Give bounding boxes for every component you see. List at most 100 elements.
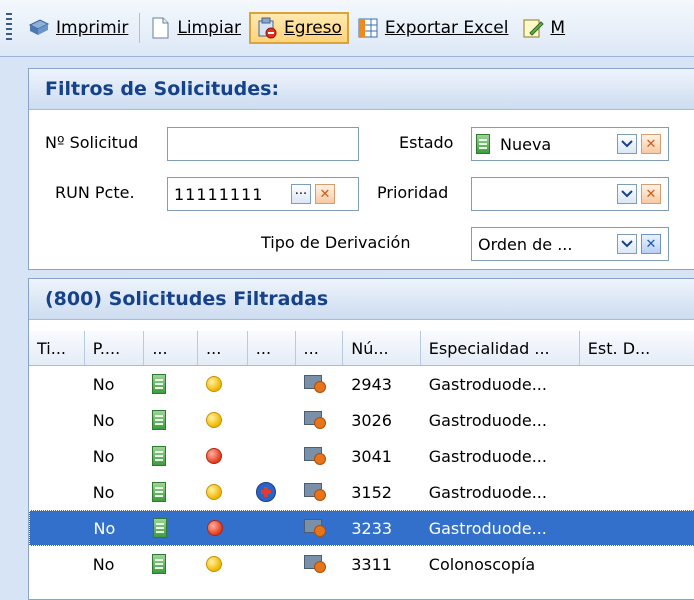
table-row[interactable]: No 3026 Gastroduode... [29, 402, 694, 438]
tipo-cell [30, 511, 86, 545]
flag-cell [248, 511, 296, 545]
device-cell [296, 438, 344, 474]
table-row[interactable]: No 3311 Colonoscopía [29, 546, 694, 582]
document-icon [152, 374, 167, 394]
column-header-tipo[interactable]: Ti... [29, 331, 85, 365]
status-dot-icon [206, 484, 223, 500]
flag-cell [248, 438, 296, 474]
tipo-derivacion-label: Tipo de Derivación [261, 233, 411, 252]
document-icon [152, 410, 167, 430]
status-cell [198, 546, 248, 582]
prioridad-select[interactable] [471, 177, 669, 211]
print-button[interactable]: Imprimir [22, 13, 134, 43]
prioridad-cell: No [92, 374, 115, 394]
clear-label: Limpiar [177, 18, 242, 38]
numero-cell: 3233 [351, 518, 393, 538]
flag-cell [248, 546, 296, 582]
estado-derivacion-cell [580, 546, 694, 582]
especialidad-cell: Gastroduode... [428, 410, 547, 430]
filters-title: Filtros de Solicitudes: [29, 69, 694, 110]
status-cell [198, 402, 248, 438]
tipo-cell [29, 438, 85, 474]
export-excel-button[interactable]: Exportar Excel [351, 13, 515, 43]
device-cell [296, 474, 344, 510]
nro-solicitud-label: Nº Solicitud [45, 133, 139, 152]
prioridad-cell: No [92, 410, 115, 430]
results-grid: Ti... P.... ... ... ... ... Nú... Especi… [29, 331, 694, 582]
device-cell [296, 511, 344, 545]
export-excel-label: Exportar Excel [384, 18, 509, 38]
document-icon [152, 446, 167, 466]
flag-cell [248, 474, 296, 510]
tipo-cell [29, 474, 85, 510]
table-row[interactable]: No 3041 Gastroduode... [29, 438, 694, 474]
doc-cell [144, 438, 198, 474]
computer-icon [303, 447, 326, 465]
numero-cell: 3152 [351, 482, 392, 502]
toolbar-grip[interactable] [6, 13, 12, 43]
tipo-cell [29, 546, 85, 582]
tipo-derivacion-dropdown-button[interactable] [617, 234, 637, 254]
numero-cell: 3026 [351, 410, 392, 430]
column-header-doc[interactable]: ... [144, 331, 199, 365]
column-header-especialidad[interactable]: Especialidad ... [421, 331, 580, 365]
estado-select[interactable]: Nueva [471, 127, 669, 161]
document-icon [152, 482, 167, 502]
status-dot-icon [206, 448, 223, 464]
status-dot-icon [206, 520, 223, 536]
prioridad-clear-button[interactable]: ✕ [641, 184, 661, 204]
status-cell [198, 438, 248, 474]
edit-icon [522, 17, 545, 39]
status-dot-icon [206, 412, 223, 428]
column-header-device[interactable]: ... [296, 331, 344, 365]
document-icon [153, 518, 168, 538]
results-panel: (800) Solicitudes Filtradas Ti... P.... … [28, 278, 694, 600]
column-header-flag[interactable]: ... [248, 331, 296, 365]
table-row[interactable]: No 2943 Gastroduode... [29, 366, 694, 402]
prioridad-dropdown-button[interactable] [617, 184, 637, 204]
computer-icon [303, 375, 326, 393]
printer-icon [28, 17, 50, 39]
results-title: (800) Solicitudes Filtradas [29, 279, 694, 320]
status-cell [199, 511, 249, 545]
device-cell [296, 402, 344, 438]
clear-button[interactable]: Limpiar [143, 13, 247, 43]
estado-derivacion-cell [580, 366, 694, 402]
document-icon [476, 134, 490, 154]
estado-clear-button[interactable]: ✕ [641, 134, 661, 154]
print-label: Imprimir [56, 18, 129, 38]
toolbar: Imprimir Limpiar Egreso Exportar Excel M [0, 0, 694, 57]
especialidad-cell: Gastroduode... [428, 446, 547, 466]
tipo-derivacion-select[interactable]: Orden de ... [471, 227, 669, 261]
edit-button[interactable]: M [516, 13, 571, 43]
column-header-status[interactable]: ... [198, 331, 248, 365]
filters-panel: Filtros de Solicitudes: Nº Solicitud Est… [28, 68, 694, 270]
run-search-button[interactable]: ··· [291, 184, 311, 204]
nro-solicitud-input[interactable] [167, 127, 359, 161]
especialidad-cell: Gastroduode... [428, 374, 547, 394]
egress-label: Egreso [284, 18, 342, 38]
egress-icon [256, 17, 278, 39]
estado-derivacion-cell [579, 511, 694, 545]
computer-icon [303, 411, 326, 429]
estado-derivacion-cell [580, 402, 694, 438]
column-header-numero[interactable]: Nú... [343, 331, 421, 365]
especialidad-cell: Gastroduode... [428, 482, 547, 502]
column-header-prioridad[interactable]: P.... [85, 331, 145, 365]
table-row[interactable]: No 3152 Gastroduode... [29, 474, 694, 510]
table-row-selected[interactable]: No 3233 Gastroduode... [29, 510, 694, 546]
estado-dropdown-button[interactable] [617, 134, 637, 154]
especialidad-cell: Colonoscopía [428, 554, 536, 574]
run-clear-button[interactable]: ✕ [315, 184, 335, 204]
tipo-cell [29, 366, 85, 402]
estado-derivacion-cell [580, 474, 694, 510]
estado-value: Nueva [500, 134, 552, 154]
computer-icon [303, 483, 326, 501]
tipo-derivacion-clear-button[interactable]: ✕ [641, 234, 661, 254]
prioridad-cell: No [92, 446, 115, 466]
egress-button[interactable]: Egreso [249, 12, 349, 44]
excel-icon [357, 17, 379, 39]
column-header-estado-derivacion[interactable]: Est. D... [580, 331, 694, 365]
computer-icon [303, 519, 326, 537]
estado-derivacion-cell [580, 438, 694, 474]
